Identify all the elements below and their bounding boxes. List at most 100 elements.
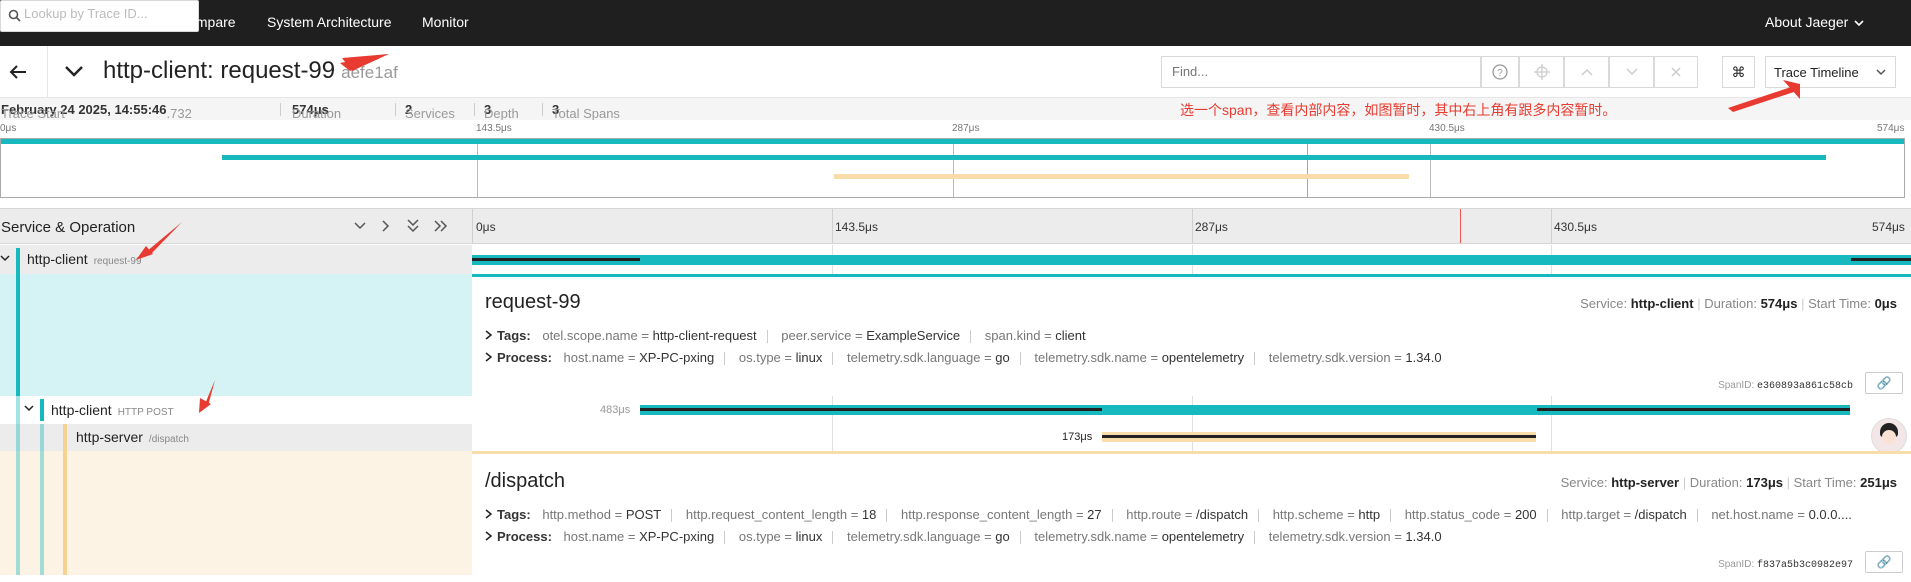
span-bar[interactable] [472,255,1911,265]
trace-title-text: http-client: request-99 [103,57,336,84]
process-key: telemetry.sdk.name [1034,529,1147,544]
span-service: http-server [76,429,143,445]
chevron-right-icon[interactable] [485,509,493,519]
tag-key: http.method [542,507,611,522]
prev-result-icon[interactable] [1564,56,1609,88]
tag-item: http.route = /dispatch [1126,507,1249,522]
link-icon[interactable]: 🔗 [1865,372,1903,394]
collapse-all-icon[interactable] [407,219,419,233]
meta-value: 0μs [1874,296,1897,311]
tag-key: http.target [1561,507,1620,522]
process-value: opentelemetry [1161,529,1245,544]
process-value: go [995,529,1010,544]
tag-item: span.kind = client [984,328,1086,343]
trace-minimap[interactable]: 0μs 143.5μs 287μs 430.5μs 574μs [0,120,1911,206]
process-key: telemetry.sdk.language [847,350,981,365]
trace-services: Services 2 [405,102,455,121]
tree-guide [16,424,20,451]
tree-guide [40,451,44,575]
keyboard-shortcuts-icon[interactable]: ⌘ [1722,56,1755,88]
process-label: Process: [497,529,552,544]
process-value: linux [795,350,823,365]
find-box[interactable] [1161,56,1481,88]
process-value: linux [795,529,823,544]
process-key: host.name [563,350,625,365]
span-id-value: f837a5b3c0982e97 [1756,560,1853,571]
process-key: telemetry.sdk.language [847,529,981,544]
meta-label: Start Time: [1808,296,1871,311]
find-input[interactable] [1172,64,1412,79]
next-result-icon[interactable] [1609,56,1654,88]
span-service: http-client [27,251,88,267]
column-resizer[interactable] [472,209,473,243]
collapse-chevron-icon[interactable] [64,65,84,78]
process-key: host.name [563,529,625,544]
process-value: XP-PC-pxing [639,350,715,365]
expand-all-icon[interactable] [434,220,448,232]
chevron-right-icon[interactable] [485,352,493,362]
tag-value: client [1055,328,1086,343]
minimap-cursor [1307,139,1308,197]
process-item: os.type = linux [738,529,823,544]
lookup-trace-input[interactable] [24,6,189,21]
span-log-mark [1537,408,1850,411]
tree-guide [40,424,44,451]
trace-title: http-client: request-99 aefe1af [103,57,398,85]
top-nav: JAEGER UI Search Compare System Architec… [0,0,1911,46]
trace-summary: Trace Start February 24 2025, 14:55:46.7… [0,98,1911,121]
nav-system-architecture[interactable]: System Architecture [267,14,392,30]
divider [280,103,281,116]
span-id: SpanID: e360893a861c58cb [1718,380,1853,392]
tags-label: Tags: [497,507,531,522]
span-detail-title: request-99 [485,291,581,313]
about-jaeger-menu[interactable]: About Jaeger [1765,14,1864,30]
process-row[interactable]: Process: host.name = XP-PC-pxing os.type… [485,529,1442,545]
tag-value: 27 [1087,507,1102,522]
process-item: telemetry.sdk.name = opentelemetry [1034,529,1245,544]
chevron-right-icon[interactable] [485,330,493,340]
timeline-tick: 287μs [1195,220,1228,234]
collapse-one-icon[interactable] [354,222,366,230]
tag-key: http.response_content_length [901,507,1073,522]
chevron-right-icon[interactable] [485,531,493,541]
locate-icon[interactable] [1519,56,1564,88]
span-row-name-3[interactable]: http-server/dispatch [0,424,472,451]
expand-one-icon[interactable] [382,220,390,232]
minimap-span-bar [1,139,1904,144]
tags-row[interactable]: Tags: otel.scope.name = http-client-requ… [485,328,1086,344]
tag-key: http.scheme [1272,507,1344,522]
back-arrow-icon[interactable] [9,64,27,80]
tag-value: 18 [861,507,877,522]
timeline-tick: 143.5μs [835,220,878,234]
clear-search-icon[interactable] [1654,56,1698,88]
minimap-tick: 143.5μs [476,123,512,134]
tag-value: http-client-request [652,328,757,343]
minimap-canvas [0,138,1905,198]
meta-label: Start Time: [1793,475,1857,490]
view-mode-select[interactable]: Trace Timeline [1765,56,1896,88]
service-color-bar [16,274,20,396]
process-key: os.type [738,529,781,544]
process-row[interactable]: Process: host.name = XP-PC-pxing os.type… [485,350,1442,366]
process-value: 1.34.0 [1405,350,1442,365]
chevron-down-icon[interactable] [24,405,34,412]
span-row-name-2[interactable]: http-client HTTP POST [0,396,472,424]
help-icon[interactable]: ? [1481,56,1519,88]
avatar[interactable] [1871,418,1907,454]
chevron-down-icon[interactable] [0,255,10,262]
span-id-value: e360893a861c58cb [1756,381,1853,392]
span-row-timeline-1[interactable] [472,245,1911,274]
span-row-timeline-3[interactable]: 173μs [472,418,1911,454]
nav-monitor[interactable]: Monitor [422,14,469,30]
timeline-gridline [832,424,833,451]
link-icon[interactable]: 🔗 [1865,551,1903,573]
span-row-timeline-2[interactable]: 483μs [472,396,1911,424]
process-value: go [995,350,1010,365]
process-item: telemetry.sdk.version = 1.34.0 [1268,529,1442,544]
span-detail-left-2 [0,451,472,575]
tags-row[interactable]: Tags: http.method = POST http.request_co… [485,507,1905,523]
span-row-name-1[interactable]: http-client request-99 [0,245,472,274]
service-color-bar [63,424,67,451]
trace-start-ms: .732 [166,106,192,121]
timeline-cursor [1460,209,1461,243]
